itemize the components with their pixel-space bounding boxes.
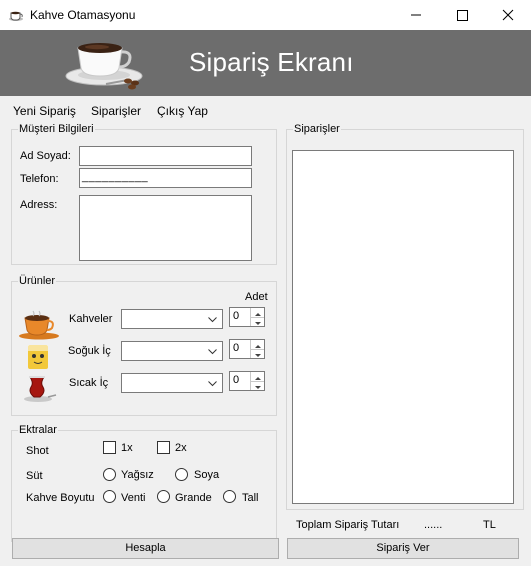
milk-label: Süt xyxy=(26,470,43,482)
chevron-down-icon xyxy=(208,317,217,323)
coffees-quantity-value: 0 xyxy=(233,310,240,322)
name-label: Ad Soyad: xyxy=(20,150,71,162)
hot-drinks-quantity-stepper[interactable]: 0 xyxy=(229,371,265,391)
shot-2x-checkbox[interactable] xyxy=(157,441,170,454)
size-tall-radio[interactable] xyxy=(223,490,236,503)
address-label: Adress: xyxy=(20,199,58,211)
stepper-arrows[interactable] xyxy=(250,340,264,358)
title-bar: Kahve Otamasyonu xyxy=(0,0,531,30)
cold-drinks-label: Soğuk İç xyxy=(68,345,111,357)
calculate-button[interactable]: Hesapla xyxy=(12,538,279,559)
currency-label: TL xyxy=(483,519,496,531)
milk-soy-label[interactable]: Soya xyxy=(194,469,219,481)
cold-drinks-quantity-stepper[interactable]: 0 xyxy=(229,339,265,359)
phone-input[interactable]: __________ xyxy=(79,168,252,188)
coffees-dropdown[interactable] xyxy=(121,309,223,329)
extras-group: Ektralar xyxy=(11,424,277,542)
chevron-down-icon xyxy=(255,322,261,325)
window-title: Kahve Otamasyonu xyxy=(30,8,136,22)
menu-logout[interactable]: Çıkış Yap xyxy=(157,104,208,118)
cold-drinks-quantity-value: 0 xyxy=(233,342,240,354)
shot-1x-checkbox[interactable] xyxy=(103,441,116,454)
minimize-button[interactable] xyxy=(393,0,439,30)
coffee-cup-icon xyxy=(65,43,143,90)
shot-label: Shot xyxy=(26,445,49,457)
products-legend: Ürünler xyxy=(19,275,56,287)
chevron-down-icon xyxy=(255,354,261,357)
hot-drinks-quantity-value: 0 xyxy=(233,374,240,386)
address-input[interactable] xyxy=(79,195,252,261)
shot-1x-label[interactable]: 1x xyxy=(121,442,133,454)
hot-drinks-dropdown[interactable] xyxy=(121,373,223,393)
menu-bar: Yeni Sipariş Siparişler Çıkış Yap xyxy=(0,100,531,122)
maximize-icon xyxy=(457,10,468,21)
page-heading: Sipariş Ekranı xyxy=(189,47,354,77)
header-banner: Sipariş Ekranı xyxy=(0,30,531,96)
customer-info-legend: Müşteri Bilgileri xyxy=(19,123,94,135)
quantity-header: Adet xyxy=(245,291,268,303)
cold-drink-icon xyxy=(28,345,48,369)
menu-new-order[interactable]: Yeni Sipariş xyxy=(13,104,76,118)
hot-drinks-label: Sıcak İç xyxy=(69,377,109,389)
total-value: ...... xyxy=(424,519,443,531)
coffees-quantity-stepper[interactable]: 0 xyxy=(229,307,265,327)
milk-skim-label[interactable]: Yağsız xyxy=(121,469,154,481)
coffee-cup-icon xyxy=(19,310,59,340)
place-order-button[interactable]: Sipariş Ver xyxy=(287,538,519,559)
chevron-down-icon xyxy=(208,349,217,355)
close-button[interactable] xyxy=(485,0,531,30)
size-grande-radio[interactable] xyxy=(157,490,170,503)
milk-skim-radio[interactable] xyxy=(103,468,116,481)
milk-soy-radio[interactable] xyxy=(175,468,188,481)
coffee-size-label: Kahve Boyutu xyxy=(26,492,95,504)
name-input[interactable] xyxy=(79,146,252,166)
phone-label: Telefon: xyxy=(20,173,59,185)
app-icon xyxy=(9,11,23,21)
size-grande-label[interactable]: Grande xyxy=(175,492,212,504)
tea-glass-icon xyxy=(24,376,57,402)
size-venti-label[interactable]: Venti xyxy=(121,492,145,504)
minimize-icon xyxy=(411,14,421,16)
chevron-down-icon xyxy=(208,381,217,387)
stepper-arrows[interactable] xyxy=(250,372,264,390)
close-icon xyxy=(502,9,514,21)
chevron-down-icon xyxy=(255,386,261,389)
phone-mask: __________ xyxy=(82,171,149,183)
size-tall-label[interactable]: Tall xyxy=(242,492,259,504)
orders-list[interactable] xyxy=(292,150,514,504)
shot-2x-label[interactable]: 2x xyxy=(175,442,187,454)
maximize-button[interactable] xyxy=(439,0,485,30)
cold-drinks-dropdown[interactable] xyxy=(121,341,223,361)
size-venti-radio[interactable] xyxy=(103,490,116,503)
extras-legend: Ektralar xyxy=(19,424,57,436)
form-client-area: Sipariş Ekranı Yeni Sipariş Siparişler Ç… xyxy=(0,30,531,566)
menu-orders[interactable]: Siparişler xyxy=(91,104,141,118)
coffees-label: Kahveler xyxy=(69,313,113,325)
stepper-arrows[interactable] xyxy=(250,308,264,326)
orders-legend: Siparişler xyxy=(294,123,340,135)
total-label: Toplam Sipariş Tutarı xyxy=(296,519,400,531)
